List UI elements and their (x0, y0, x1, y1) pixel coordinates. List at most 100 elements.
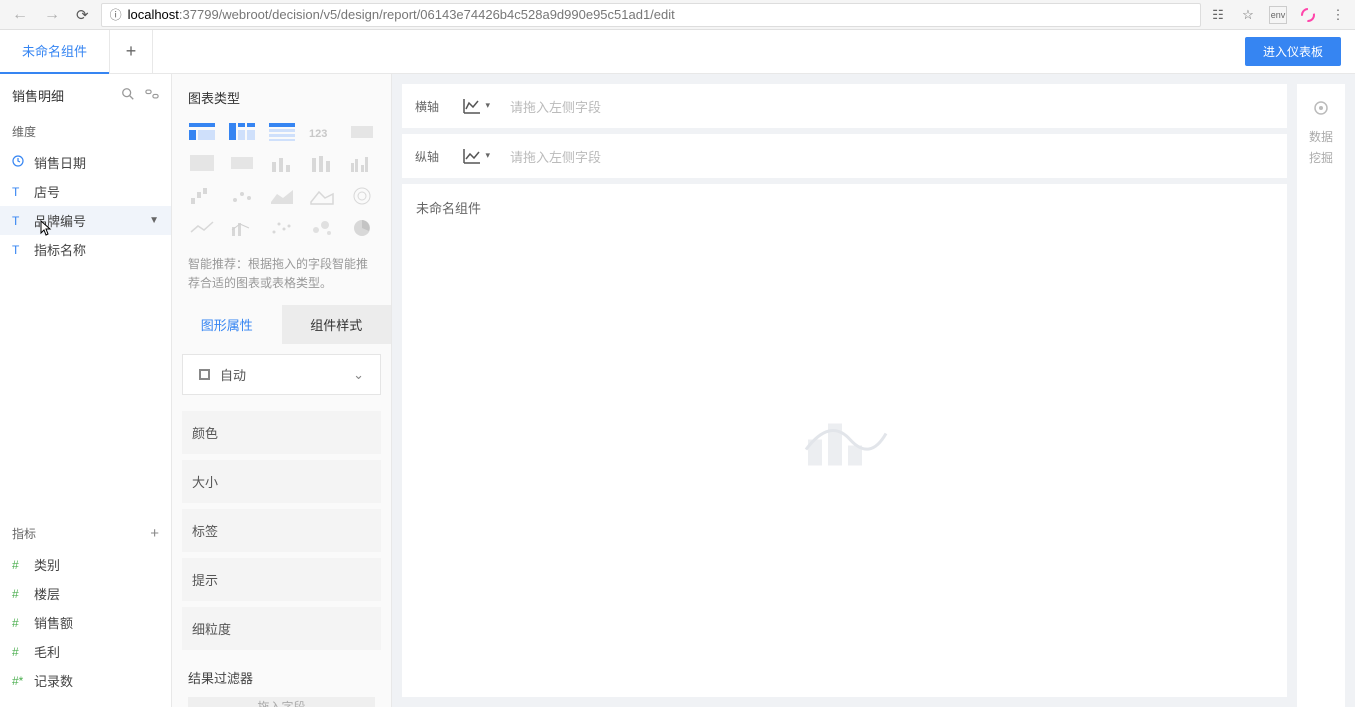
dim-store-number[interactable]: T 店号 (0, 177, 171, 206)
ct-column-icon[interactable] (268, 153, 298, 175)
y-axis-type-icon[interactable]: ▾ (452, 147, 492, 165)
field-label: 记录数 (34, 671, 159, 690)
ct-kpi-card-icon[interactable]: 123 (308, 121, 338, 143)
text-icon: T (12, 214, 26, 228)
url-bar[interactable]: ⓘ localhost:37799/webroot/decision/v5/de… (101, 3, 1201, 27)
prop-label: 颜色 (192, 423, 218, 442)
ct-detail-table-icon[interactable] (268, 121, 298, 143)
ct-cross-table-icon[interactable] (228, 121, 258, 143)
number-icon: # (12, 645, 26, 659)
measure-header-label: 指标 (12, 525, 36, 542)
square-icon (199, 369, 210, 380)
reload-icon[interactable]: ⟳ (72, 6, 93, 24)
chevron-down-icon: ⌄ (353, 367, 364, 383)
dim-sales-date[interactable]: 销售日期 (0, 148, 171, 177)
result-filter-dropzone[interactable]: 拖入字段 (188, 697, 375, 707)
ct-combo-icon[interactable] (228, 217, 258, 239)
prop-granularity[interactable]: 细粒度 (182, 601, 381, 650)
tab-component-style[interactable]: 组件样式 (282, 305, 392, 344)
url-domain: localhost (128, 7, 179, 22)
ct-wordcloud-icon[interactable] (228, 153, 258, 175)
ext-circle-icon[interactable] (1299, 6, 1317, 24)
measure-record-count[interactable]: #* 记录数 (0, 666, 171, 695)
ct-dot-icon[interactable] (228, 185, 258, 207)
chart-type-grid: 123 (172, 117, 391, 247)
ct-gauge-icon[interactable] (348, 121, 378, 143)
measure-category[interactable]: # 类别 (0, 550, 171, 579)
text-icon: T (12, 185, 26, 199)
right-rail: 数据 挖掘 (1297, 84, 1345, 707)
x-axis-type-icon[interactable]: ▾ (452, 97, 492, 115)
svg-text:123: 123 (309, 128, 327, 140)
app-body: 销售明细 维度 销售日期 T 店号 T 品牌编号 (0, 74, 1355, 707)
url-path: :37799/webroot/decision/v5/design/report… (179, 7, 675, 22)
dimension-header: 维度 (0, 115, 171, 148)
field-panel: 销售明细 维度 销售日期 T 店号 T 品牌编号 (0, 74, 172, 707)
y-axis-placeholder: 请拖入左侧字段 (492, 147, 1287, 166)
ct-scatter-icon[interactable] (268, 217, 298, 239)
y-axis-row[interactable]: 纵轴 ▾ 请拖入左侧字段 (402, 134, 1287, 178)
measure-profit[interactable]: # 毛利 (0, 637, 171, 666)
search-icon[interactable] (121, 87, 135, 104)
tab-label: 未命名组件 (22, 41, 87, 60)
add-measure-button[interactable]: + (150, 525, 159, 542)
ct-radar-icon[interactable] (348, 185, 378, 207)
dropzone-placeholder: 拖入字段 (257, 698, 305, 707)
field-label: 指标名称 (34, 240, 159, 259)
forward-icon[interactable]: → (40, 6, 64, 24)
caret-down-icon: ▾ (485, 150, 490, 161)
browser-right-icons: ☷ ☆ env ⋮ (1209, 6, 1347, 24)
prop-label: 细粒度 (192, 619, 231, 638)
star-icon[interactable]: ☆ (1239, 6, 1257, 24)
ct-pie-icon[interactable] (348, 217, 378, 239)
link-icon[interactable] (145, 87, 159, 104)
info-icon: ⓘ (110, 6, 122, 23)
field-label: 销售日期 (34, 153, 159, 172)
ct-area-icon[interactable] (268, 185, 298, 207)
widget-title: 未命名组件 (416, 198, 1273, 217)
x-axis-row[interactable]: 横轴 ▾ 请拖入左侧字段 (402, 84, 1287, 128)
data-mining-icon[interactable] (1313, 100, 1329, 120)
caret-down-icon[interactable]: ▼ (149, 215, 159, 226)
prop-auto-row[interactable]: 自动 ⌄ (182, 354, 381, 395)
ct-stacked-column-icon[interactable] (308, 153, 338, 175)
dim-indicator-name[interactable]: T 指标名称 (0, 235, 171, 264)
translate-icon[interactable]: ☷ (1209, 6, 1227, 24)
number-icon: # (12, 616, 26, 630)
ct-line-icon[interactable] (188, 217, 218, 239)
menu-icon[interactable]: ⋮ (1329, 6, 1347, 24)
url-text: localhost:37799/webroot/decision/v5/desi… (128, 7, 675, 22)
chart-type-title: 图表类型 (172, 74, 391, 117)
tab-unnamed-widget[interactable]: 未命名组件 (0, 30, 109, 74)
prop-color[interactable]: 颜色 (182, 405, 381, 454)
measure-floor[interactable]: # 楼层 (0, 579, 171, 608)
tab-add-button[interactable]: + (109, 30, 153, 74)
right-rail-label2[interactable]: 挖掘 (1309, 149, 1333, 166)
prop-auto-label: 自动 (220, 365, 246, 384)
prop-size[interactable]: 大小 (182, 454, 381, 503)
ct-multi-column-icon[interactable] (348, 153, 378, 175)
caret-down-icon: ▾ (485, 100, 490, 111)
dim-brand-number[interactable]: T 品牌编号 ▼ (0, 206, 171, 235)
measure-sales[interactable]: # 销售额 (0, 608, 171, 637)
x-axis-label: 横轴 (402, 98, 452, 115)
ext-env-icon[interactable]: env (1269, 6, 1287, 24)
ct-bubble-icon[interactable] (308, 217, 338, 239)
tab-shape-properties[interactable]: 图形属性 (172, 305, 282, 344)
y-axis-label: 纵轴 (402, 148, 452, 165)
back-icon[interactable]: ← (8, 6, 32, 24)
enter-dashboard-button[interactable]: 进入仪表板 (1245, 37, 1341, 66)
empty-chart-icon (800, 409, 890, 472)
ct-waterfall-icon[interactable] (188, 185, 218, 207)
field-label: 楼层 (34, 584, 159, 603)
widget-area[interactable]: 未命名组件 (402, 184, 1287, 697)
right-rail-label1[interactable]: 数据 (1309, 128, 1333, 145)
canvas-main: 横轴 ▾ 请拖入左侧字段 纵轴 ▾ 请拖入左侧字段 未命名组件 (402, 84, 1287, 707)
ct-group-table-icon[interactable] (188, 121, 218, 143)
ct-area2-icon[interactable] (308, 185, 338, 207)
ct-partition-icon[interactable] (188, 153, 218, 175)
prop-tooltip[interactable]: 提示 (182, 552, 381, 601)
x-axis-placeholder: 请拖入左侧字段 (492, 97, 1287, 116)
property-tabs: 图形属性 组件样式 (172, 305, 391, 344)
prop-label[interactable]: 标签 (182, 503, 381, 552)
